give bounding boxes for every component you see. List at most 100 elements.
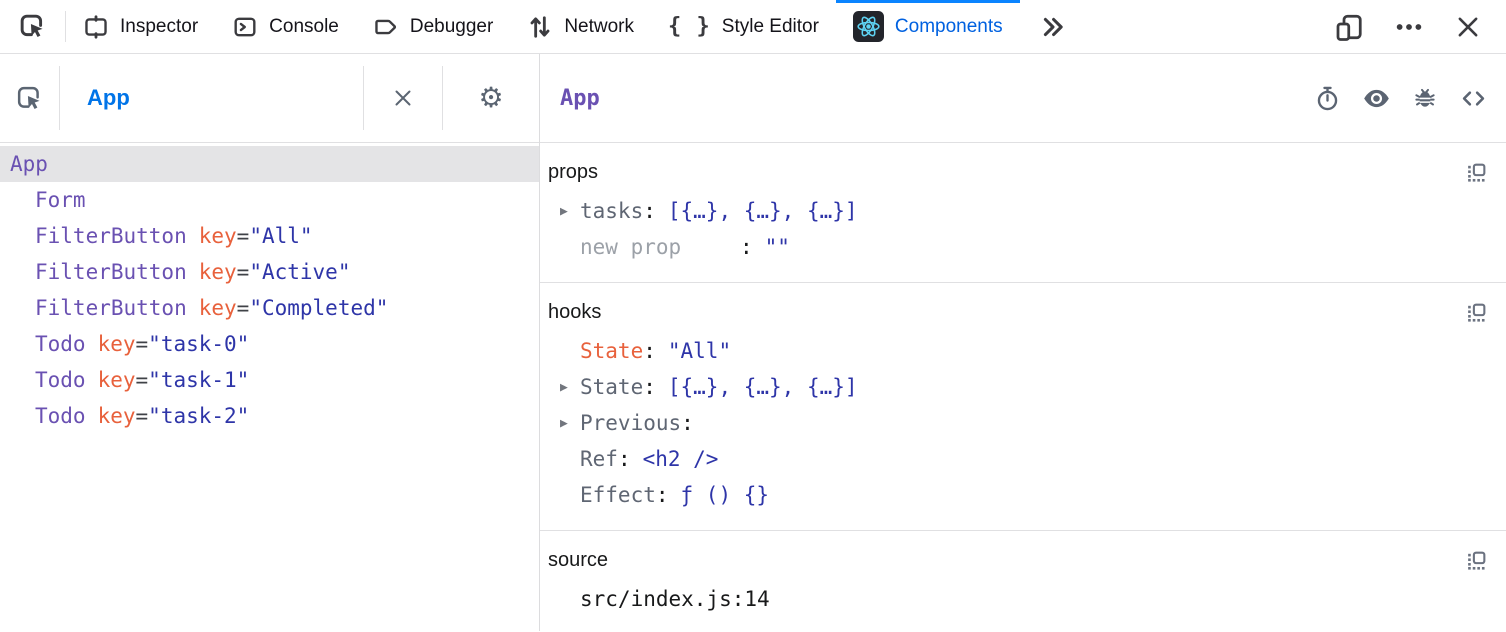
kv-row[interactable]: ▶State:[{…}, {…}, {…}] <box>548 369 1488 405</box>
bug-icon <box>1412 85 1438 111</box>
copy-button[interactable] <box>1465 161 1488 184</box>
entry-value: [{…}, {…}, {…}] <box>668 199 858 223</box>
responsive-design-mode-button[interactable] <box>1324 12 1374 42</box>
tree-row[interactable]: FilterButtonkey="All" <box>0 218 539 254</box>
suspend-component-button[interactable] <box>1314 85 1341 112</box>
tree-row[interactable]: Todokey="task-2" <box>0 398 539 434</box>
kv-row[interactable]: Ref: <h2 /> <box>548 441 1488 477</box>
expand-arrow-icon[interactable]: ▶ <box>560 194 568 230</box>
colon: : <box>618 447 631 471</box>
tab-debugger[interactable]: Debugger <box>356 0 510 53</box>
inspected-component-panel: App <box>540 54 1506 631</box>
section-title: source <box>548 549 608 572</box>
tab-style-editor[interactable]: { } Style Editor <box>651 0 836 53</box>
entry-name: Ref <box>580 447 618 471</box>
equals-sign: = <box>237 296 250 320</box>
close-icon <box>1454 13 1482 41</box>
tree-row[interactable]: FilterButton key="Active" <box>0 254 539 290</box>
tree-row[interactable]: Todokey="task-1" <box>0 362 539 398</box>
meatball-menu-icon <box>1394 12 1424 42</box>
tree-toolbar: ⚙ <box>0 54 539 143</box>
inspector-icon <box>83 14 109 40</box>
tree-row[interactable]: Todokey="task-0" <box>0 326 539 362</box>
copy-button[interactable] <box>1465 549 1488 572</box>
component-name: FilterButton <box>35 260 187 284</box>
component-tree-panel: ⚙ AppFormFilterButtonkey="All"FilterButt… <box>0 54 540 631</box>
key-value: "Active" <box>249 260 350 284</box>
kv-row[interactable]: new prop:"" <box>548 229 1488 265</box>
clear-icon <box>391 86 415 110</box>
component-search-input[interactable] <box>60 85 363 111</box>
entry-name: State <box>580 339 643 363</box>
entry-value: <h2 /> <box>643 447 719 471</box>
section-hooks: hooks State:"All"▶State:[{…}, {…}, {…}]▶… <box>540 283 1506 531</box>
colon: : <box>643 375 656 399</box>
tab-label: Debugger <box>410 16 493 38</box>
copy-button[interactable] <box>1465 301 1488 324</box>
inspected-actions <box>1314 84 1488 113</box>
key-attribute: key <box>199 224 237 248</box>
close-devtools-button[interactable] <box>1444 13 1492 41</box>
pick-element-button[interactable] <box>0 0 65 53</box>
equals-sign: = <box>237 260 250 284</box>
component-name: Form <box>35 188 86 212</box>
copy-icon <box>1465 161 1488 184</box>
inspect-dom-button[interactable] <box>1362 84 1391 113</box>
react-icon <box>853 11 884 42</box>
copy-icon <box>1465 301 1488 324</box>
settings-button[interactable]: ⚙ <box>443 84 539 112</box>
section-title: props <box>548 161 598 184</box>
section-header: props <box>548 157 1488 187</box>
source-location: src/index.js:14 <box>580 587 770 611</box>
clear-search-button[interactable] <box>364 86 442 110</box>
section-props: props ▶tasks:[{…}, {…}, {…}]new prop:"" <box>540 143 1506 283</box>
double-chevron-icon <box>1039 13 1067 41</box>
key-value: "task-1" <box>148 368 249 392</box>
inspected-header: App <box>540 54 1506 143</box>
tab-console[interactable]: Console <box>215 0 356 53</box>
kv-row[interactable]: Effect:ƒ () {} <box>548 477 1488 513</box>
colon: : <box>656 483 669 507</box>
key-attribute: key <box>199 296 237 320</box>
entry-name: Previous <box>580 411 681 435</box>
log-component-button[interactable] <box>1412 85 1438 111</box>
inspected-component-name: App <box>560 86 600 111</box>
tab-inspector[interactable]: Inspector <box>66 0 215 53</box>
devtools-menu-button[interactable] <box>1384 12 1434 42</box>
expand-arrow-icon[interactable]: ▶ <box>560 406 568 442</box>
tree-row[interactable]: Form <box>0 182 539 218</box>
expand-arrow-icon[interactable]: ▶ <box>560 370 568 406</box>
kv-row[interactable]: State: "All" <box>548 333 1488 369</box>
kv-row[interactable]: src/index.js:14 <box>548 581 1488 617</box>
components-panel: ⚙ AppFormFilterButtonkey="All"FilterButt… <box>0 54 1506 631</box>
tab-label: Style Editor <box>722 16 819 38</box>
new-prop-input[interactable]: new prop <box>580 229 740 265</box>
pick-component-button[interactable] <box>16 85 43 112</box>
key-attribute: key <box>98 368 136 392</box>
component-name: Todo <box>35 368 86 392</box>
component-name: App <box>10 152 48 176</box>
tree-row[interactable]: FilterButtonkey="Completed" <box>0 290 539 326</box>
kv-row[interactable]: ▶Previous: <box>548 405 1488 441</box>
kv-row[interactable]: ▶tasks:[{…}, {…}, {…}] <box>548 193 1488 229</box>
tree-row[interactable]: App <box>0 146 539 182</box>
entry-name: State <box>580 375 643 399</box>
tab-network[interactable]: Network <box>510 0 651 53</box>
responsive-design-icon <box>1334 12 1364 42</box>
entry-value: "All" <box>668 339 731 363</box>
devtools-tabs: Inspector Console Debugger <box>66 0 1020 53</box>
view-source-button[interactable] <box>1459 84 1488 113</box>
toolbar-right-actions <box>1324 0 1506 53</box>
equals-sign: = <box>237 224 250 248</box>
tab-label: Components <box>895 16 1003 38</box>
entry-name: Effect <box>580 483 656 507</box>
tab-components[interactable]: Components <box>836 0 1020 53</box>
equals-sign: = <box>136 332 149 356</box>
section-header: hooks <box>548 297 1488 327</box>
equals-sign: = <box>136 368 149 392</box>
tabs-overflow-button[interactable] <box>1020 0 1086 53</box>
key-attribute: key <box>199 260 237 284</box>
colon: : <box>643 339 656 363</box>
eye-icon <box>1362 84 1391 113</box>
tab-label: Inspector <box>120 16 198 38</box>
